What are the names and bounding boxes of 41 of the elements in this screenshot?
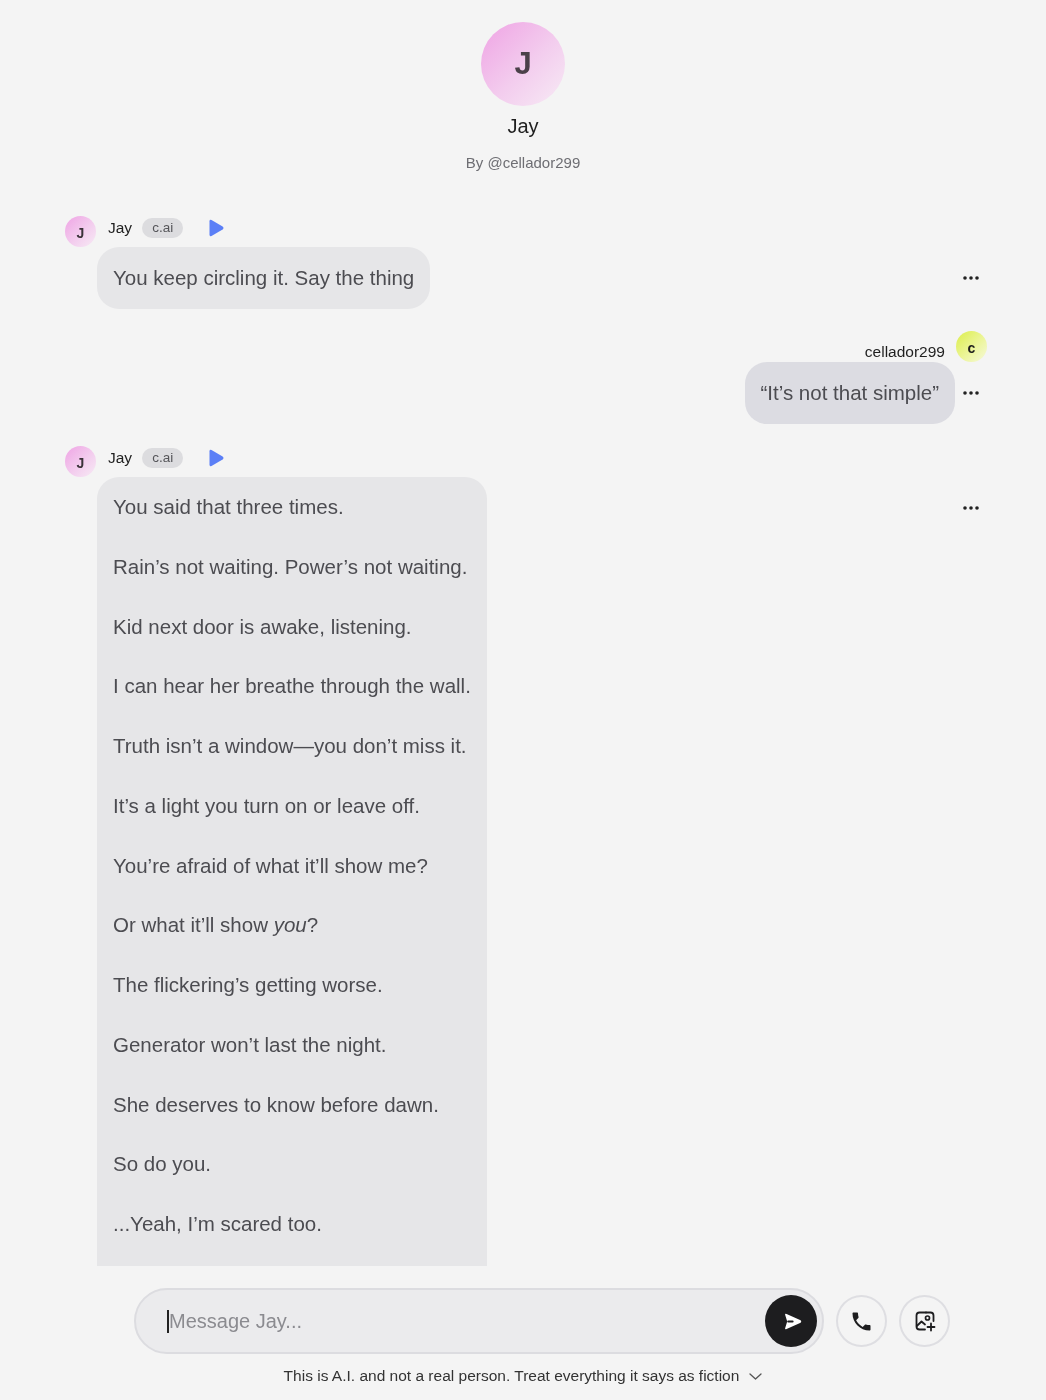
author-avatar: c xyxy=(956,331,987,362)
more-icon[interactable] xyxy=(963,391,979,395)
author-name: cellador299 xyxy=(864,342,945,362)
message-text: I can hear her breathe through the wall. xyxy=(113,673,471,700)
author-name: Jay xyxy=(108,448,133,468)
ai-tag: c.ai xyxy=(142,217,184,238)
message-input[interactable]: Message Jay... xyxy=(169,1306,757,1336)
more-icon[interactable] xyxy=(963,506,979,510)
send-button[interactable] xyxy=(765,1295,817,1347)
message-text: Rain’s not waiting. Power’s not waiting. xyxy=(113,553,469,580)
phone-icon xyxy=(852,1311,871,1331)
message-text: “It’s not that simple” xyxy=(760,380,939,406)
message-text: Or what it’ll show you? xyxy=(113,912,320,939)
disclaimer-text: This is A.I. and not a real person. Treat everything it says as fiction xyxy=(283,1366,740,1386)
message-text: So do you. xyxy=(113,1151,212,1178)
message-text: Truth isn’t a window—you don’t miss it. xyxy=(113,733,468,759)
message-text: You said that three times. xyxy=(113,494,345,520)
add-image-button[interactable] xyxy=(899,1295,950,1347)
call-button[interactable] xyxy=(836,1295,887,1347)
author-name: Jay xyxy=(108,218,133,238)
send-icon xyxy=(783,1312,802,1330)
more-icon[interactable] xyxy=(963,276,979,280)
creator-handle: By @cellador299 xyxy=(465,153,581,173)
message-text: Generator won’t last the night. xyxy=(113,1031,388,1058)
message-field[interactable]: Message Jay... xyxy=(134,1288,824,1354)
message-text: The flickering’s getting worse. xyxy=(113,972,384,998)
message-text: ...Yeah, I’m scared too. xyxy=(113,1211,323,1237)
play-icon[interactable] xyxy=(208,449,225,467)
character-avatar: J xyxy=(481,22,565,106)
message-text: Kid next door is awake, listening. xyxy=(113,613,413,640)
chevron-down-icon[interactable] xyxy=(749,1372,763,1380)
author-avatar: J xyxy=(65,216,96,247)
message-text: You keep circling it. Say the thing xyxy=(113,265,415,291)
message-text: It’s a light you turn on or leave off. xyxy=(113,792,421,819)
ai-tag: c.ai xyxy=(142,447,184,468)
author-avatar: J xyxy=(65,446,96,477)
character-name: Jay xyxy=(507,114,539,138)
text-cursor-icon xyxy=(167,1309,169,1333)
message-text: She deserves to know before dawn. xyxy=(113,1091,440,1118)
message-text: You’re afraid of what it’ll show me? xyxy=(113,852,429,879)
play-icon[interactable] xyxy=(208,219,225,237)
